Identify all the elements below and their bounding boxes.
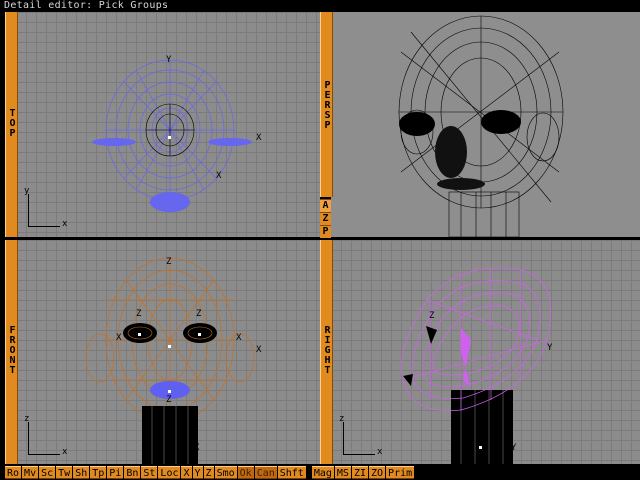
axis-x-label: x bbox=[62, 219, 68, 229]
svg-text:Y: Y bbox=[166, 55, 172, 65]
persp-button-a[interactable]: A bbox=[320, 199, 331, 212]
axis-x-line bbox=[28, 454, 60, 455]
bend-button[interactable]: Bn bbox=[124, 465, 141, 479]
svg-text:Z: Z bbox=[196, 309, 202, 319]
front-viewport-label: FRONT bbox=[7, 325, 18, 375]
svg-text:X: X bbox=[194, 443, 200, 453]
pivot-button[interactable]: Pi bbox=[107, 465, 124, 479]
svg-text:X: X bbox=[116, 333, 122, 343]
magnet-button[interactable]: Mag bbox=[311, 465, 334, 479]
svg-text:Z: Z bbox=[166, 395, 172, 405]
local-button[interactable]: Loc bbox=[158, 465, 181, 479]
axis-x-button[interactable]: X bbox=[181, 465, 192, 479]
viewport-top[interactable]: Y X X y x bbox=[16, 12, 320, 237]
zoom-out-button[interactable]: ZO bbox=[369, 465, 386, 479]
rotate-button[interactable]: Ro bbox=[5, 465, 22, 479]
top-view-mesh: Y X X bbox=[92, 55, 262, 212]
viewport-persp[interactable] bbox=[331, 12, 640, 237]
shift-button[interactable]: Shft bbox=[277, 465, 306, 479]
ms-button[interactable]: MS bbox=[334, 465, 351, 479]
axis-z-line bbox=[28, 422, 29, 454]
axis-y-button[interactable]: Y bbox=[192, 465, 203, 479]
primitive-button[interactable]: Prim bbox=[386, 465, 415, 479]
viewport-right[interactable]: Z Y Z Y z x bbox=[331, 240, 640, 464]
taper-button[interactable]: Tp bbox=[90, 465, 107, 479]
window-title: Detail editor: Pick Groups bbox=[0, 0, 640, 12]
smooth-button[interactable]: Smo bbox=[214, 465, 237, 479]
axis-y-label: y bbox=[24, 186, 30, 196]
axis-z-label: z bbox=[24, 414, 30, 424]
svg-text:X: X bbox=[256, 345, 262, 355]
axis-y-line bbox=[28, 194, 29, 226]
svg-text:Y: Y bbox=[511, 443, 517, 453]
scale-button[interactable]: Sc bbox=[39, 465, 56, 479]
svg-text:Y: Y bbox=[547, 343, 553, 353]
svg-text:Z: Z bbox=[477, 393, 483, 403]
svg-text:Z: Z bbox=[429, 311, 435, 321]
move-button[interactable]: Mv bbox=[22, 465, 39, 479]
persp-view-mesh bbox=[398, 15, 564, 237]
shear-button[interactable]: Sh bbox=[73, 465, 90, 479]
twist-button[interactable]: Tw bbox=[56, 465, 73, 479]
axis-z-button[interactable]: Z bbox=[203, 465, 214, 479]
axis-x-line bbox=[343, 454, 375, 455]
tool-bar: Ro Mv Sc Tw Sh Tp Pi Bn St Loc X Y Z Smo… bbox=[0, 464, 640, 480]
right-view-mesh: Z Y Z Y bbox=[401, 267, 553, 464]
cancel-button[interactable]: Can bbox=[254, 465, 277, 479]
viewport-front[interactable]: Z Z Z X X X Z X z x bbox=[16, 240, 320, 464]
front-view-mesh: Z Z Z X X X Z X bbox=[85, 257, 262, 464]
svg-text:Z: Z bbox=[166, 257, 172, 267]
axis-z-label: z bbox=[339, 414, 345, 424]
axis-x-label: x bbox=[62, 447, 68, 457]
ok-button[interactable]: Ok bbox=[237, 465, 254, 479]
persp-viewport-label: PERSP bbox=[322, 80, 333, 130]
axis-x-line bbox=[28, 226, 60, 227]
right-viewport-label: RIGHT bbox=[322, 325, 333, 375]
axis-x-label: x bbox=[377, 447, 383, 457]
svg-text:X: X bbox=[236, 333, 242, 343]
persp-button-z[interactable]: Z bbox=[320, 212, 331, 225]
persp-button-p[interactable]: P bbox=[320, 225, 331, 238]
zoom-in-button[interactable]: ZI bbox=[351, 465, 368, 479]
top-viewport-label: TOP bbox=[7, 108, 18, 138]
svg-text:Z: Z bbox=[136, 309, 142, 319]
stretch-button[interactable]: St bbox=[141, 465, 158, 479]
svg-text:X: X bbox=[216, 171, 222, 181]
axis-z-line bbox=[343, 422, 344, 454]
svg-text:X: X bbox=[256, 133, 262, 143]
